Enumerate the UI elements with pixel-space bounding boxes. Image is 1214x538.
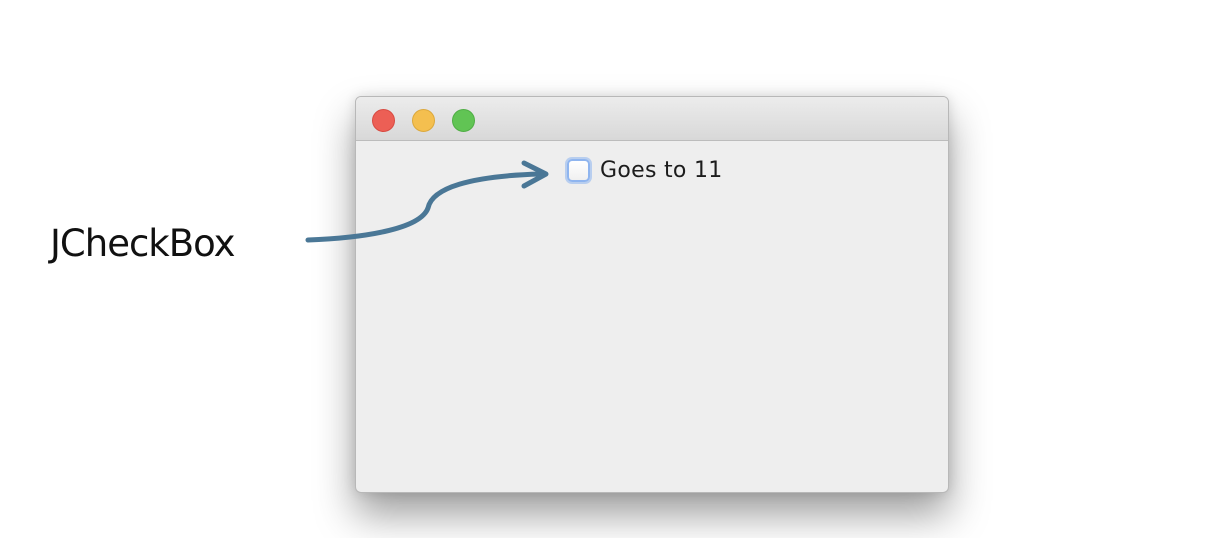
stage: JCheckBox Goes to 11 (0, 0, 1214, 538)
title-bar[interactable] (356, 97, 948, 141)
checkbox-label[interactable]: Goes to 11 (600, 158, 723, 183)
window-content: Goes to 11 (356, 141, 948, 492)
annotation-label: JCheckBox (50, 222, 236, 265)
zoom-icon[interactable] (452, 109, 475, 132)
checkbox-box-icon[interactable] (567, 159, 590, 182)
minimize-icon[interactable] (412, 109, 435, 132)
app-window: Goes to 11 (355, 96, 949, 493)
close-icon[interactable] (372, 109, 395, 132)
goes-to-11-checkbox[interactable]: Goes to 11 (567, 158, 723, 183)
